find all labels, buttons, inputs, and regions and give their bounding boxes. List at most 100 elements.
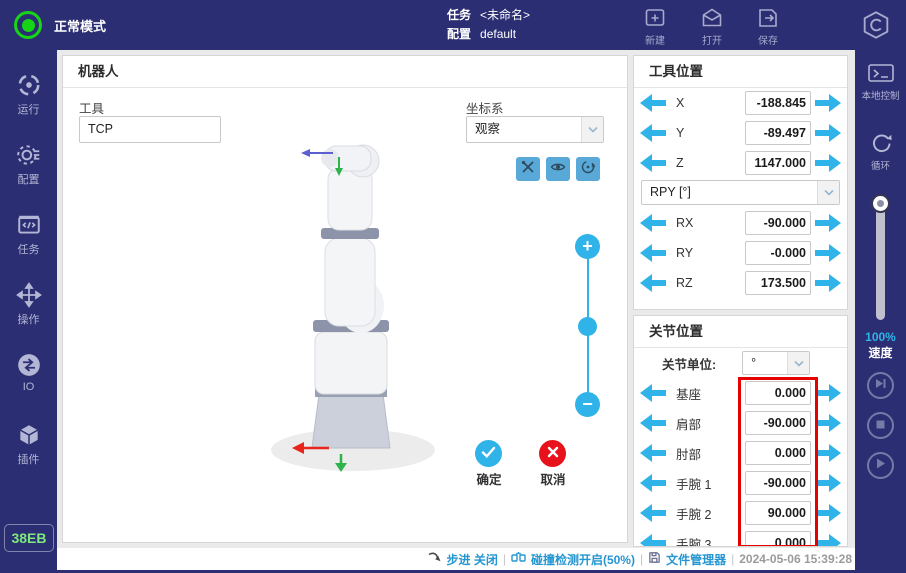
zoom-out-button[interactable]: − <box>575 392 600 417</box>
gear-icon <box>0 142 57 168</box>
new-task-button[interactable]: 新建 <box>627 6 683 47</box>
task-row: 任务<未命名> <box>447 6 530 25</box>
cancel-button[interactable] <box>539 440 566 467</box>
increment-y-arrow[interactable] <box>815 124 841 142</box>
joint-unit-select[interactable]: ° <box>742 351 810 375</box>
confirm-label: 确定 <box>462 469 516 488</box>
speed-slider-track[interactable] <box>876 202 885 320</box>
status-separator: | <box>640 552 643 566</box>
increment-x-arrow[interactable] <box>815 94 841 112</box>
open-task-button[interactable]: 打开 <box>684 6 740 47</box>
axis-x-value[interactable]: -188.845 <box>745 91 811 115</box>
save-task-button[interactable]: 保存 <box>740 6 796 47</box>
sidebar-item-operate[interactable]: 操作 <box>0 282 57 327</box>
decrement-x-arrow[interactable] <box>640 94 666 112</box>
local-control-button[interactable]: 本地控制 <box>855 62 906 102</box>
axis-z-value[interactable]: 1147.000 <box>745 151 811 175</box>
config-value: default <box>480 27 516 41</box>
axis-y-value[interactable]: -89.497 <box>745 121 811 145</box>
sidebar-item-plugin-label: 插件 <box>0 451 57 467</box>
robot-panel-title: 机器人 <box>63 56 627 88</box>
sidebar-item-io-label: IO <box>0 381 57 393</box>
axis-rz-value[interactable]: 173.500 <box>745 271 811 295</box>
sidebar-item-config[interactable]: 配置 <box>0 142 57 187</box>
increment-shoulder-arrow[interactable] <box>815 414 841 432</box>
step-mode-status[interactable]: 步进 关闭 <box>446 551 497 568</box>
axis-row-y: Y -89.497 <box>634 118 847 148</box>
open-folder-icon <box>684 6 740 30</box>
joint-position-panel: 关节位置 关节单位: ° 基座 0.000 肩部 -90.000 肘部 <box>633 315 848 547</box>
brand-logo-icon <box>860 9 892 46</box>
cancel-label: 取消 <box>526 469 580 488</box>
rotation-format-select[interactable]: RPY [°] <box>641 180 840 205</box>
decrement-elbow-arrow[interactable] <box>640 444 666 462</box>
sidebar-item-run[interactable]: 运行 <box>0 72 57 117</box>
step-mode-icon <box>427 551 441 567</box>
decrement-z-arrow[interactable] <box>640 154 666 172</box>
decrement-rx-arrow[interactable] <box>640 214 666 232</box>
status-separator: | <box>731 552 734 566</box>
tool-position-title: 工具位置 <box>634 56 847 88</box>
task-label: 任务 <box>447 8 471 22</box>
stop-button[interactable] <box>867 412 894 439</box>
axis-label: RY <box>676 246 745 260</box>
confirm-button[interactable] <box>475 440 502 467</box>
decrement-rz-arrow[interactable] <box>640 274 666 292</box>
decrement-ry-arrow[interactable] <box>640 244 666 262</box>
joint-row-wrist3: 手腕 3 0.000 <box>634 528 847 547</box>
joint-row-wrist2: 手腕 2 90.000 <box>634 498 847 528</box>
zoom-in-button[interactable]: + <box>575 234 600 259</box>
decrement-shoulder-arrow[interactable] <box>640 414 666 432</box>
increment-wrist2-arrow[interactable] <box>815 504 841 522</box>
increment-wrist1-arrow[interactable] <box>815 474 841 492</box>
increment-ry-arrow[interactable] <box>815 244 841 262</box>
axis-label: Y <box>676 126 745 140</box>
joint-unit-label: 关节单位: <box>662 354 716 373</box>
joint-elbow-value[interactable]: 0.000 <box>745 441 811 465</box>
terminal-icon <box>855 62 906 86</box>
increment-z-arrow[interactable] <box>815 154 841 172</box>
axis-rx-value[interactable]: -90.000 <box>745 211 811 235</box>
file-manager-link[interactable]: 文件管理器 <box>666 551 726 568</box>
loop-button[interactable]: 循环 <box>855 130 906 172</box>
zoom-slider-handle[interactable] <box>578 317 597 336</box>
joint-wrist3-value[interactable]: 0.000 <box>745 531 811 547</box>
chevron-down-icon <box>817 181 839 204</box>
joint-wrist2-value[interactable]: 90.000 <box>745 501 811 525</box>
decrement-base-arrow[interactable] <box>640 384 666 402</box>
axis-ry-value[interactable]: -0.000 <box>745 241 811 265</box>
sidebar-item-task[interactable]: 任务 <box>0 212 57 257</box>
status-separator: | <box>503 552 506 566</box>
joint-shoulder-value[interactable]: -90.000 <box>745 411 811 435</box>
sidebar-item-run-label: 运行 <box>0 101 57 117</box>
speed-percent: 100% <box>855 330 906 344</box>
play-button[interactable] <box>867 452 894 479</box>
increment-rx-arrow[interactable] <box>815 214 841 232</box>
collision-detection-status[interactable]: 碰撞检测开启(50%) <box>531 551 635 568</box>
tool-position-panel: 工具位置 X -188.845 Y -89.497 Z 1147.000 RPY… <box>633 55 848 310</box>
cube-icon <box>0 422 57 448</box>
file-manager-icon <box>648 551 661 567</box>
decrement-wrist2-arrow[interactable] <box>640 504 666 522</box>
step-forward-button[interactable] <box>867 372 894 399</box>
mode-indicator[interactable]: 正常模式 <box>14 11 106 39</box>
joint-row-elbow: 肘部 0.000 <box>634 438 847 468</box>
status-badge: 38EB <box>4 524 54 552</box>
increment-elbow-arrow[interactable] <box>815 444 841 462</box>
joint-row-wrist1: 手腕 1 -90.000 <box>634 468 847 498</box>
increment-rz-arrow[interactable] <box>815 274 841 292</box>
axis-label: X <box>676 96 745 110</box>
code-window-icon <box>0 212 57 238</box>
run-icon <box>0 72 57 98</box>
increment-wrist3-arrow[interactable] <box>815 534 841 547</box>
speed-slider-handle[interactable] <box>871 194 890 213</box>
sidebar-item-plugin[interactable]: 插件 <box>0 422 57 467</box>
decrement-y-arrow[interactable] <box>640 124 666 142</box>
sidebar-item-io[interactable]: IO <box>0 352 57 393</box>
joint-base-value[interactable]: 0.000 <box>745 381 811 405</box>
axis-row-rx: RX -90.000 <box>634 208 847 238</box>
joint-wrist1-value[interactable]: -90.000 <box>745 471 811 495</box>
decrement-wrist3-arrow[interactable] <box>640 534 666 547</box>
decrement-wrist1-arrow[interactable] <box>640 474 666 492</box>
increment-base-arrow[interactable] <box>815 384 841 402</box>
